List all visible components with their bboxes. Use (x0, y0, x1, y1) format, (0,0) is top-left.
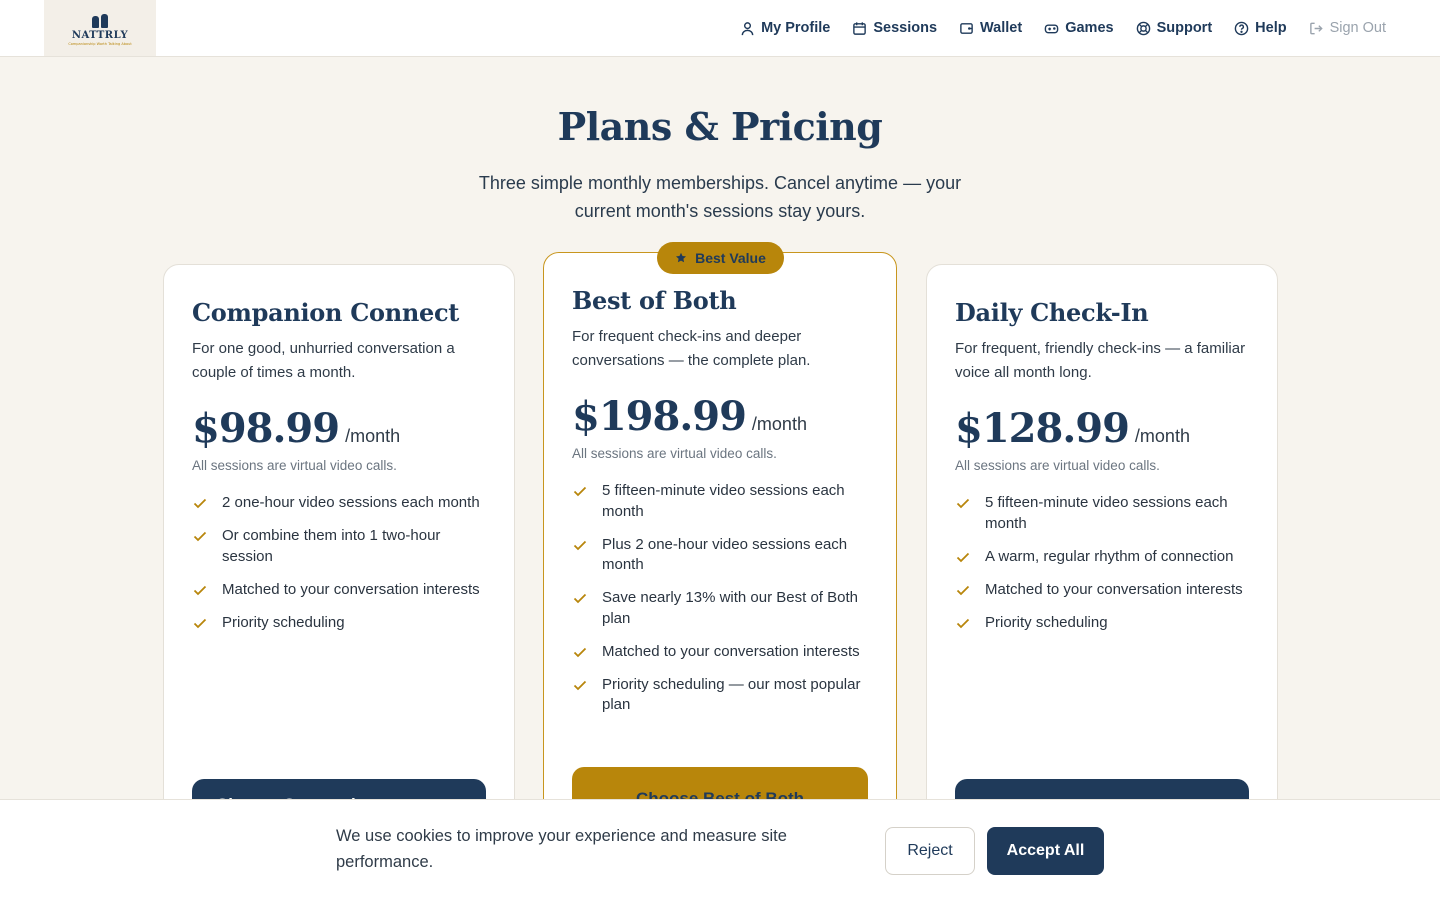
nav-my-profile[interactable]: My Profile (740, 20, 830, 36)
check-icon (955, 582, 973, 600)
user-icon (741, 21, 754, 35)
nav-sign-out[interactable]: Sign Out (1309, 20, 1386, 36)
nav-label: Sessions (873, 20, 938, 36)
feature-item: Or combine them into 1 two-hour session (192, 526, 486, 567)
check-icon (572, 537, 590, 555)
main-nav: My Profile Sessions Wallet Games Support… (740, 0, 1386, 56)
feature-text: Save nearly 13% with our Best of Both pl… (602, 589, 858, 627)
price-row: $198.99 /month (572, 393, 868, 440)
plan-name: Companion Connect (192, 298, 460, 327)
feature-list: 5 fifteen-minute video sessions each mon… (955, 493, 1249, 633)
feature-text: Plus 2 one-hour video sessions each mont… (602, 535, 848, 574)
feature-item: Matched to your conversation interests (572, 642, 868, 663)
feature-text: A warm, regular rhythm of connection (985, 547, 1234, 565)
gamepad-icon (1044, 24, 1059, 33)
plan-name: Daily Check-In (955, 298, 1149, 327)
check-icon (192, 615, 210, 633)
feature-text: Matched to your conversation interests (222, 580, 480, 598)
plan-description: For frequent check-ins and deeper conver… (572, 328, 811, 369)
brand-name: NATTRLY (71, 30, 129, 41)
check-icon (955, 615, 973, 633)
check-icon (955, 495, 973, 513)
nav-help[interactable]: Help (1234, 20, 1287, 36)
check-icon (192, 495, 210, 513)
top-header: NATTRLY Companionship Worth Talking Abou… (0, 0, 1440, 57)
cookie-banner: We use cookies to improve your experienc… (0, 799, 1440, 900)
feature-text: Or combine them into 1 two-hour session (222, 527, 441, 565)
feature-item: 5 fifteen-minute video sessions each mon… (955, 493, 1249, 534)
plan-period: /month (1134, 426, 1190, 446)
nav-label: Support (1156, 20, 1213, 36)
nav-support[interactable]: Support (1136, 20, 1213, 36)
plan-note: All sessions are virtual video calls. (192, 458, 397, 473)
plan-description: For frequent, friendly check-ins — a fam… (955, 340, 1246, 381)
feature-text: 5 fifteen-minute video sessions each mon… (985, 494, 1228, 532)
logo-mark-icon (91, 12, 109, 28)
check-icon (572, 644, 590, 662)
wallet-icon (960, 22, 973, 34)
cookie-message: We use cookies to improve your experienc… (336, 827, 787, 871)
sign-out-icon (1309, 22, 1323, 34)
feature-text: 5 fifteen-minute video sessions each mon… (602, 482, 845, 520)
feature-item: Plus 2 one-hour video sessions each mont… (572, 535, 868, 576)
reject-cookies-button[interactable]: Reject (885, 827, 975, 875)
plan-note: All sessions are virtual video calls. (572, 446, 777, 461)
feature-text: Priority scheduling — our most popular p… (602, 675, 861, 714)
plan-card-best-of-both: Best Value Best of Both For frequent che… (543, 242, 897, 872)
feature-list: 2 one-hour video sessions each month Or … (192, 493, 486, 633)
feature-item: Matched to your conversation interests (192, 580, 486, 601)
nav-games[interactable]: Games (1044, 20, 1114, 36)
nav-label: Wallet (980, 20, 1023, 36)
feature-text: 2 one-hour video sessions each month (222, 494, 480, 511)
star-icon (676, 252, 687, 263)
page-subtitle: Three simple monthly memberships. Cancel… (478, 173, 962, 221)
nav-label: My Profile (761, 20, 831, 36)
feature-list: 5 fifteen-minute video sessions each mon… (572, 481, 868, 716)
plan-period: /month (345, 426, 401, 446)
feature-item: Save nearly 13% with our Best of Both pl… (572, 588, 868, 629)
check-icon (192, 528, 210, 546)
check-icon (572, 677, 590, 695)
plan-price: $98.99 (192, 405, 340, 452)
feature-item: 2 one-hour video sessions each month (192, 493, 486, 514)
feature-text: Priority scheduling (985, 613, 1108, 631)
check-icon (192, 582, 210, 600)
check-icon (572, 590, 590, 608)
best-value-badge: Best Value (657, 242, 784, 274)
price-row: $128.99 /month (955, 405, 1249, 452)
brand-tagline: Companionship Worth Talking About (68, 42, 132, 46)
help-circle-icon (1234, 21, 1249, 35)
calendar-icon (853, 21, 867, 35)
feature-item: A warm, regular rhythm of connection (955, 547, 1249, 568)
feature-item: Priority scheduling (955, 613, 1249, 634)
plan-name: Best of Both (572, 286, 737, 315)
nav-wallet[interactable]: Wallet (959, 20, 1022, 36)
plan-description: For one good, unhurried conversation a c… (192, 340, 455, 381)
price-row: $98.99 /month (192, 405, 486, 452)
feature-item: Priority scheduling (192, 613, 486, 634)
plan-period: /month (751, 414, 807, 434)
lifebuoy-icon (1136, 21, 1150, 35)
nav-label: Help (1255, 20, 1287, 36)
check-icon (955, 549, 973, 567)
feature-text: Matched to your conversation interests (602, 642, 860, 660)
badge-label: Best Value (695, 250, 766, 266)
page-title: Plans & Pricing (557, 104, 883, 149)
nav-label: Sign Out (1329, 20, 1386, 36)
feature-item: 5 fifteen-minute video sessions each mon… (572, 481, 868, 522)
plan-card-companion-connect: Companion Connect For one good, unhurrie… (163, 264, 515, 864)
feature-item: Priority scheduling — our most popular p… (572, 675, 868, 716)
plan-note: All sessions are virtual video calls. (955, 458, 1160, 473)
feature-item: Matched to your conversation interests (955, 580, 1249, 601)
nav-sessions[interactable]: Sessions (852, 20, 937, 36)
nav-label: Games (1065, 20, 1114, 36)
plan-price: $128.99 (955, 405, 1130, 452)
accept-all-cookies-button[interactable]: Accept All (987, 827, 1104, 875)
plan-card-daily-check-in: Daily Check-In For frequent, friendly ch… (926, 264, 1278, 864)
feature-text: Matched to your conversation interests (985, 580, 1243, 598)
brand-logo[interactable]: NATTRLY Companionship Worth Talking Abou… (44, 0, 156, 56)
check-icon (572, 483, 590, 501)
feature-text: Priority scheduling (222, 613, 345, 631)
plan-price: $198.99 (572, 393, 747, 440)
